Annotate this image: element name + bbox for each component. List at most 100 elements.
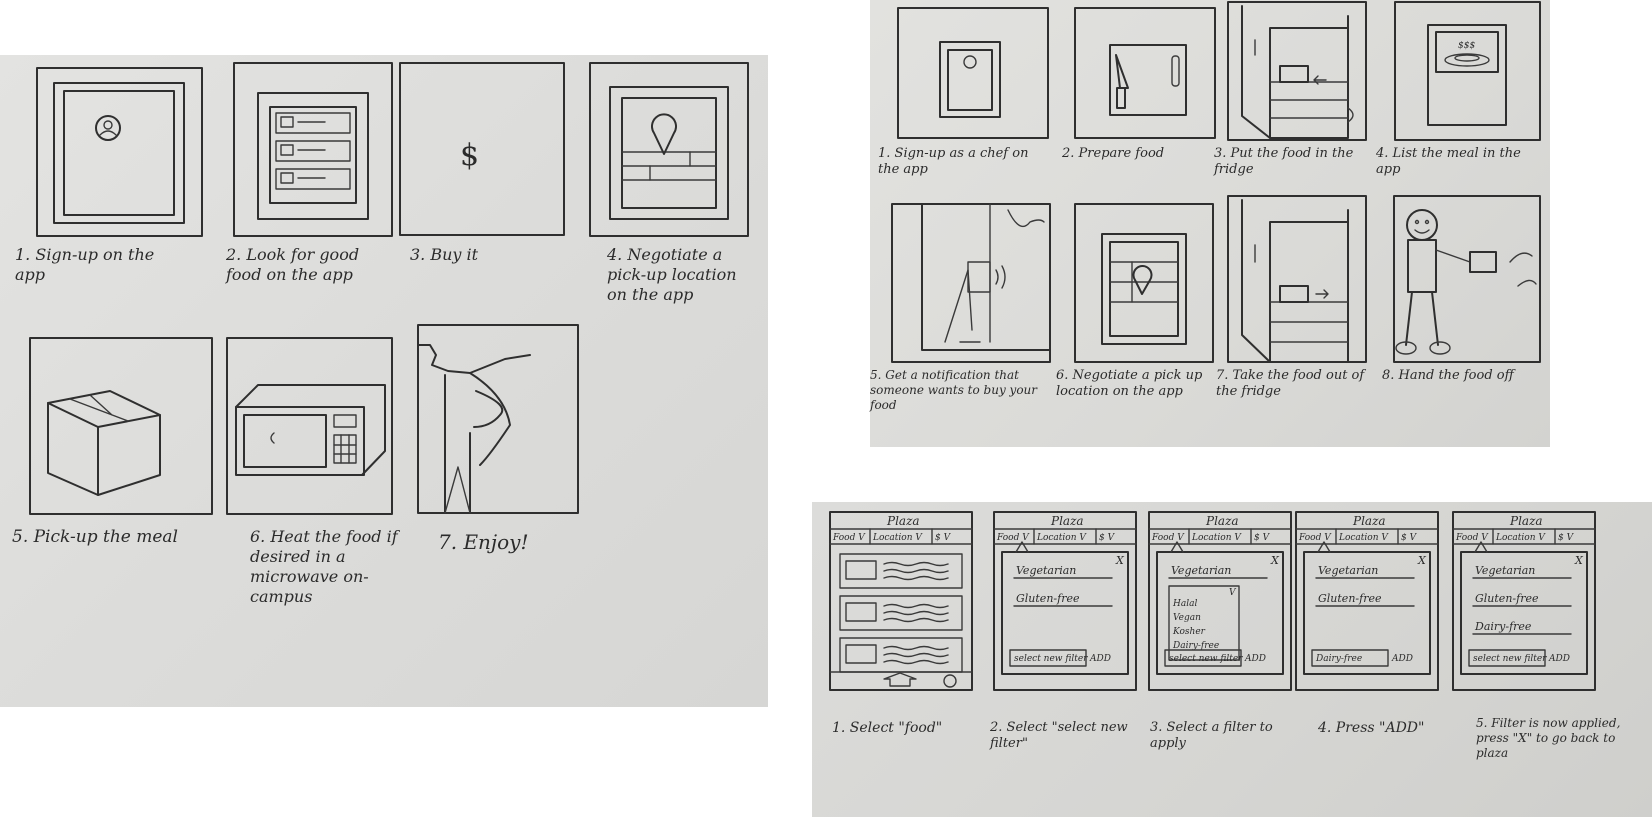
- chef-caption-7: 7. Take the food out of the fridge: [1216, 368, 1365, 400]
- buyer-caption-5: 5. Pick-up the meal: [12, 527, 178, 547]
- filter-screen-4: Plaza Food V Location V $ V X Vegetarian Glute…: [1295, 511, 1439, 691]
- filter-caption-3: 3. Select a filter to apply: [1150, 720, 1273, 752]
- chef-panel-2: [1074, 7, 1216, 139]
- filter-item: Dairy-free: [1474, 620, 1532, 633]
- filter-item: Vegetarian: [1475, 564, 1535, 577]
- tab-food[interactable]: Food V: [1455, 533, 1489, 543]
- buyer-panel-2: [233, 62, 393, 237]
- filter-item: Vegetarian: [1318, 564, 1378, 577]
- dollar-sign: $: [460, 138, 479, 173]
- tab-location[interactable]: Location V: [1338, 533, 1389, 543]
- profile-icon: [963, 55, 977, 69]
- filter-caption-4: 4. Press "ADD": [1318, 720, 1425, 736]
- app-title: Plaza: [886, 514, 920, 528]
- buyer-panel-6: [226, 337, 393, 515]
- buyer-panel-5: [29, 337, 213, 515]
- select-filter-label: Dairy-free: [1315, 654, 1362, 664]
- tab-food[interactable]: Food V: [1151, 533, 1185, 543]
- buyer-panel-7: [417, 324, 579, 514]
- select-filter-label: select new filter: [1014, 654, 1088, 664]
- filter-item: Vegetarian: [1016, 564, 1076, 577]
- filter-storyboard-sketches: Plaza Food V Location V $ V Plaza Food V Locat…: [829, 511, 1596, 691]
- tab-location[interactable]: Location V: [1495, 533, 1546, 543]
- location-pin-icon: [651, 113, 677, 155]
- filter-item: Gluten-free: [1016, 592, 1080, 605]
- filter-item: Gluten-free: [1475, 592, 1539, 605]
- buyer-caption-3: 3. Buy it: [410, 245, 479, 264]
- add-button[interactable]: ADD: [1391, 654, 1413, 664]
- filter-screen-3: Plaza Food V Location V $ V X Vegetarian V Hala…: [1148, 511, 1292, 691]
- close-icon[interactable]: X: [1115, 554, 1125, 567]
- chef-face: [1406, 209, 1438, 241]
- close-icon[interactable]: X: [1574, 554, 1584, 567]
- dropdown-option[interactable]: Halal: [1172, 599, 1197, 609]
- filter-screen-5: Plaza Food V Location V $ V X Vegetarian Glute…: [1452, 511, 1596, 691]
- close-icon[interactable]: X: [1270, 554, 1280, 567]
- profile-icon[interactable]: [943, 674, 957, 688]
- phone-icon: [967, 261, 991, 293]
- food-box: [1279, 65, 1309, 83]
- tab-location[interactable]: Location V: [1036, 533, 1087, 543]
- chef-storyboard-sheet: $$$ 1. Sign-up as a chef on the app 2. P…: [870, 0, 1550, 447]
- buyer-panel-4: [589, 62, 749, 237]
- food-box: [1279, 285, 1309, 303]
- chef-caption-3: 3. Put the food in the fridge: [1214, 146, 1354, 178]
- chef-caption-2: 2. Prepare food: [1062, 146, 1165, 161]
- tab-location[interactable]: Location V: [872, 533, 923, 543]
- location-pin-icon: [1132, 265, 1153, 295]
- app-title: Plaza: [1352, 514, 1386, 528]
- select-filter-label: select new filter: [1473, 654, 1547, 664]
- buyer-panel-1: [36, 67, 203, 237]
- buyer-panel-3: $: [399, 62, 565, 236]
- filter-storyboard-sheet: Plaza Food V Location V $ V Plaza Food V Locat…: [812, 502, 1652, 817]
- chef-caption-4: 4. List the meal in the app: [1376, 146, 1521, 178]
- add-button[interactable]: ADD: [1089, 654, 1111, 664]
- buyer-caption-1: 1. Sign-up on the app: [15, 245, 155, 284]
- food-box: [1469, 251, 1497, 273]
- app-title: Plaza: [1050, 514, 1084, 528]
- add-button[interactable]: ADD: [1548, 654, 1570, 664]
- profile-icon: [95, 115, 121, 141]
- chef-panel-5: [891, 203, 1051, 363]
- filter-screen-1: Plaza Food V Location V $ V: [829, 511, 973, 691]
- tab-food[interactable]: Food V: [832, 533, 866, 543]
- filter-caption-5: 5. Filter is now applied, press "X" to g…: [1476, 716, 1621, 760]
- chef-panel-4: $$$: [1394, 1, 1541, 141]
- filter-screen-2: Plaza Food V Location V $ V X Vegetarian Glute…: [993, 511, 1137, 691]
- chef-panel-1: [897, 7, 1049, 139]
- chef-caption-8: 8. Hand the food off: [1382, 368, 1514, 383]
- buyer-storyboard-sketches: $: [29, 62, 749, 515]
- chef-caption-1: 1. Sign-up as a chef on the app: [878, 146, 1029, 178]
- dropdown-option[interactable]: Kosher: [1172, 627, 1206, 637]
- filter-item: Vegetarian: [1171, 564, 1231, 577]
- buyer-caption-4: 4. Negotiate a pick-up location on the a…: [607, 245, 737, 304]
- chef-caption-6: 6. Negotiate a pick up location on the a…: [1056, 368, 1203, 400]
- select-filter-label: select new filter: [1169, 654, 1243, 664]
- tab-food[interactable]: Food V: [1298, 533, 1332, 543]
- tab-price[interactable]: $ V: [935, 533, 952, 543]
- tab-location[interactable]: Location V: [1191, 533, 1242, 543]
- chevron-down-icon: V: [1229, 588, 1237, 598]
- knife-icon: [1116, 87, 1126, 109]
- chef-caption-5: 5. Get a notification that someone wants…: [870, 368, 1038, 412]
- chef-panel-7: [1227, 195, 1367, 363]
- chef-panel-3: [1227, 1, 1367, 141]
- tab-price[interactable]: $ V: [1558, 533, 1575, 543]
- price-mark: $$$: [1458, 41, 1475, 51]
- buyer-storyboard-sheet: $ 1. Sign-up on the app 2. Look for good…: [0, 55, 768, 707]
- tab-food[interactable]: Food V: [996, 533, 1030, 543]
- app-title: Plaza: [1205, 514, 1239, 528]
- dropdown-option[interactable]: Vegan: [1173, 613, 1201, 623]
- close-icon[interactable]: X: [1417, 554, 1427, 567]
- chef-panel-8: [1393, 195, 1541, 363]
- filter-item: Gluten-free: [1318, 592, 1382, 605]
- filter-caption-1: 1. Select "food": [832, 720, 943, 736]
- tab-price[interactable]: $ V: [1254, 533, 1271, 543]
- home-icon[interactable]: [883, 672, 917, 687]
- tab-price[interactable]: $ V: [1099, 533, 1116, 543]
- filter-caption-2: 2. Select "select new filter": [990, 720, 1128, 752]
- add-button[interactable]: ADD: [1244, 654, 1266, 664]
- buyer-caption-6: 6. Heat the food if desired in a microwa…: [250, 527, 398, 606]
- app-title: Plaza: [1509, 514, 1543, 528]
- tab-price[interactable]: $ V: [1401, 533, 1418, 543]
